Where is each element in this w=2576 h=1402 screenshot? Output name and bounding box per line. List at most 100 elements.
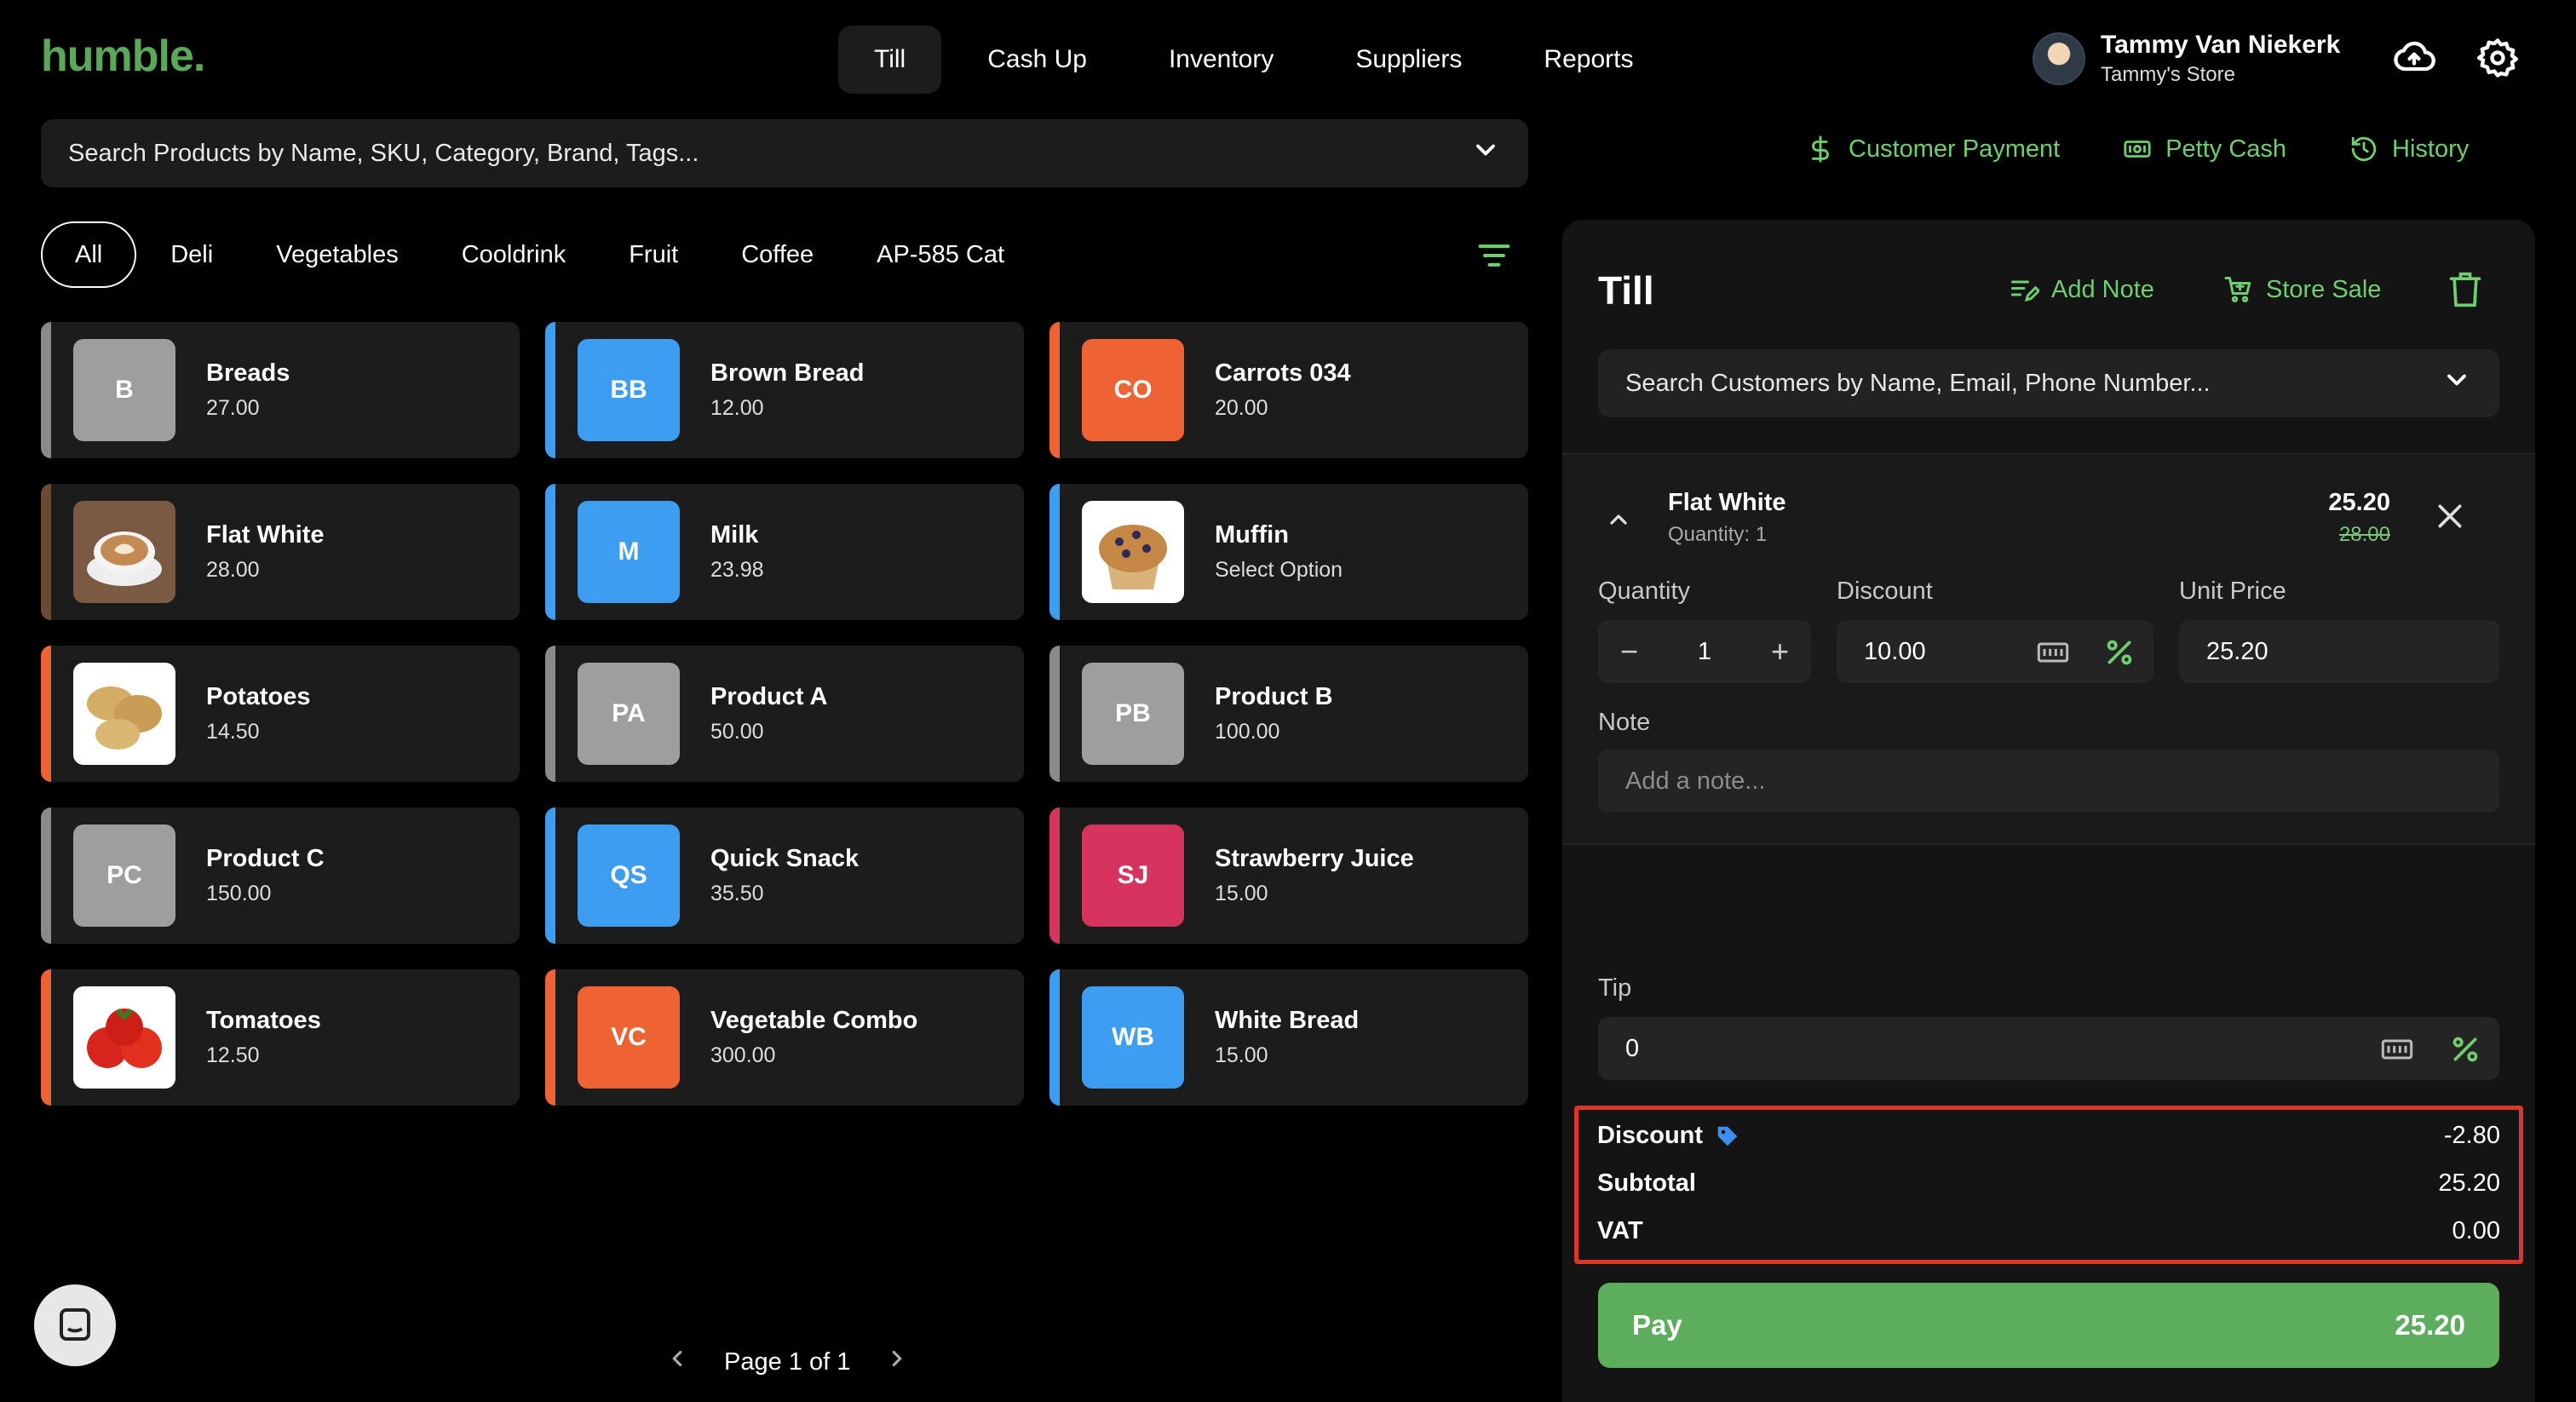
nav-tab-cash-up[interactable]: Cash Up — [952, 26, 1123, 94]
product-card-product-b[interactable]: PB Product B 100.00 — [1049, 646, 1528, 782]
chevron-down-icon[interactable] — [1470, 135, 1501, 172]
category-stripe — [1049, 646, 1060, 782]
user-profile[interactable]: Tammy Van Niekerk Tammy's Store — [2033, 31, 2340, 87]
nav-tab-suppliers[interactable]: Suppliers — [1320, 26, 1498, 94]
nav-tab-till[interactable]: Till — [838, 26, 942, 94]
percent-icon[interactable] — [2448, 1032, 2482, 1066]
category-coffee[interactable]: Coffee — [712, 221, 842, 288]
page-indicator: Page 1 of 1 — [724, 1347, 851, 1376]
product-card-tomatoes[interactable]: Tomatoes 12.50 — [41, 969, 520, 1106]
product-info: Brown Bread 12.00 — [710, 359, 864, 421]
pay-button[interactable]: Pay 25.20 — [1598, 1283, 2499, 1368]
amount-icon[interactable] — [2380, 1032, 2414, 1066]
product-card-flat-white[interactable]: Flat White 28.00 — [41, 484, 520, 620]
customer-search-placeholder: Search Customers by Name, Email, Phone N… — [1625, 369, 2211, 397]
category-stripe — [41, 807, 51, 944]
plus-icon[interactable]: + — [1771, 634, 1789, 669]
history-button[interactable]: History — [2349, 135, 2469, 164]
product-card-brown-bread[interactable]: BB Brown Bread 12.00 — [545, 322, 1024, 458]
product-price: 28.00 — [206, 558, 260, 582]
product-info: Vegetable Combo 300.00 — [710, 1007, 917, 1068]
cloud-upload-icon[interactable] — [2392, 36, 2436, 80]
product-card-milk[interactable]: M Milk 23.98 — [545, 484, 1024, 620]
category-fruit[interactable]: Fruit — [600, 221, 707, 288]
product-initials: QS — [578, 825, 680, 927]
product-info: Quick Snack 35.50 — [710, 845, 859, 906]
category-ap-585-cat[interactable]: AP-585 Cat — [848, 221, 1033, 288]
cart-line-item: Flat White Quantity: 1 25.20 28.00 Quant… — [1562, 453, 2535, 845]
product-search-placeholder: Search Products by Name, SKU, Category, … — [68, 139, 699, 167]
unit-price-field[interactable]: 25.20 — [2179, 620, 2499, 683]
category-stripe — [545, 969, 555, 1106]
chat-icon — [60, 1308, 90, 1341]
product-price: 35.50 — [710, 882, 764, 905]
product-price: Select Option — [1215, 558, 1343, 582]
product-info: White Bread 15.00 — [1215, 1007, 1359, 1068]
quantity-stepper[interactable]: − 1 + — [1598, 620, 1811, 683]
product-name: Product A — [710, 683, 828, 710]
product-card-breads[interactable]: B Breads 27.00 — [41, 322, 520, 458]
sort-filter-icon[interactable] — [1475, 238, 1513, 273]
store-sale-button[interactable]: Store Sale — [2223, 274, 2381, 305]
product-price: 14.50 — [206, 720, 260, 744]
summary-vat-label: VAT — [1597, 1217, 1643, 1244]
chevron-down-icon[interactable] — [2441, 365, 2472, 402]
product-card-product-a[interactable]: PA Product A 50.00 — [545, 646, 1024, 782]
product-card-carrots-034[interactable]: CO Carrots 034 20.00 — [1049, 322, 1528, 458]
product-image — [73, 663, 175, 765]
product-name: Milk — [710, 521, 759, 549]
product-initials: M — [578, 501, 680, 603]
product-card-strawberry-juice[interactable]: SJ Strawberry Juice 15.00 — [1049, 807, 1528, 944]
nav-tab-inventory[interactable]: Inventory — [1133, 26, 1309, 94]
discount-field[interactable]: 10.00 — [1837, 620, 2153, 683]
note-input[interactable]: Add a note... — [1598, 750, 2499, 813]
product-card-white-bread[interactable]: WB White Bread 15.00 — [1049, 969, 1528, 1106]
category-stripe — [545, 484, 555, 620]
prev-page-icon[interactable] — [664, 1346, 690, 1378]
add-note-button[interactable]: Add Note — [2009, 274, 2154, 305]
product-card-vegetable-combo[interactable]: VC Vegetable Combo 300.00 — [545, 969, 1024, 1106]
category-vegetables[interactable]: Vegetables — [247, 221, 428, 288]
till-title: Till — [1598, 268, 1654, 313]
nav-tab-reports[interactable]: Reports — [1508, 26, 1669, 94]
product-card-product-c[interactable]: PC Product C 150.00 — [41, 807, 520, 944]
product-info: Breads 27.00 — [206, 359, 290, 421]
next-page-icon[interactable] — [884, 1346, 910, 1378]
tip-input[interactable]: 0 — [1598, 1017, 2499, 1080]
minus-icon[interactable]: − — [1620, 634, 1638, 669]
summary-subtotal-value: 25.20 — [2438, 1169, 2500, 1197]
product-info: Product C 150.00 — [206, 845, 325, 906]
chat-support-button[interactable] — [34, 1284, 116, 1366]
product-info: Strawberry Juice 15.00 — [1215, 845, 1414, 906]
dollar-icon — [1812, 135, 1829, 163]
product-name: Muffin — [1215, 521, 1289, 549]
amount-icon[interactable] — [2036, 635, 2070, 669]
product-name: Strawberry Juice — [1215, 845, 1414, 872]
percent-icon[interactable] — [2102, 635, 2136, 669]
category-stripe — [41, 484, 51, 620]
product-search-input[interactable]: Search Products by Name, SKU, Category, … — [41, 119, 1528, 187]
petty-cash-label: Petty Cash — [2165, 135, 2287, 163]
trash-icon[interactable] — [2447, 269, 2484, 310]
product-name: Potatoes — [206, 683, 311, 710]
customer-search-input[interactable]: Search Customers by Name, Email, Phone N… — [1598, 349, 2499, 417]
petty-cash-button[interactable]: Petty Cash — [2123, 135, 2286, 164]
customer-payment-label: Customer Payment — [1849, 135, 2061, 163]
order-summary: Discount -2.80 Subtotal 25.20 VAT 0.00 — [1574, 1106, 2523, 1264]
gear-icon[interactable] — [2475, 36, 2520, 80]
product-card-quick-snack[interactable]: QS Quick Snack 35.50 — [545, 807, 1024, 944]
product-info: Potatoes 14.50 — [206, 683, 310, 744]
product-price: 20.00 — [1215, 396, 1268, 420]
category-cooldrink[interactable]: Cooldrink — [433, 221, 595, 288]
category-deli[interactable]: Deli — [141, 221, 242, 288]
product-info: Product A 50.00 — [710, 683, 827, 744]
category-all[interactable]: All — [41, 221, 137, 288]
product-name: Quick Snack — [710, 845, 860, 872]
product-grid: B Breads 27.00 BB Brown Bread 12.00 CO Carrots … — [41, 322, 1528, 1106]
chevron-up-icon[interactable] — [1605, 506, 1632, 533]
product-price: 100.00 — [1215, 720, 1280, 744]
customer-payment-button[interactable]: Customer Payment — [1806, 135, 2060, 164]
close-icon[interactable] — [2433, 499, 2467, 533]
product-card-muffin[interactable]: Muffin Select Option — [1049, 484, 1528, 620]
product-card-potatoes[interactable]: Potatoes 14.50 — [41, 646, 520, 782]
